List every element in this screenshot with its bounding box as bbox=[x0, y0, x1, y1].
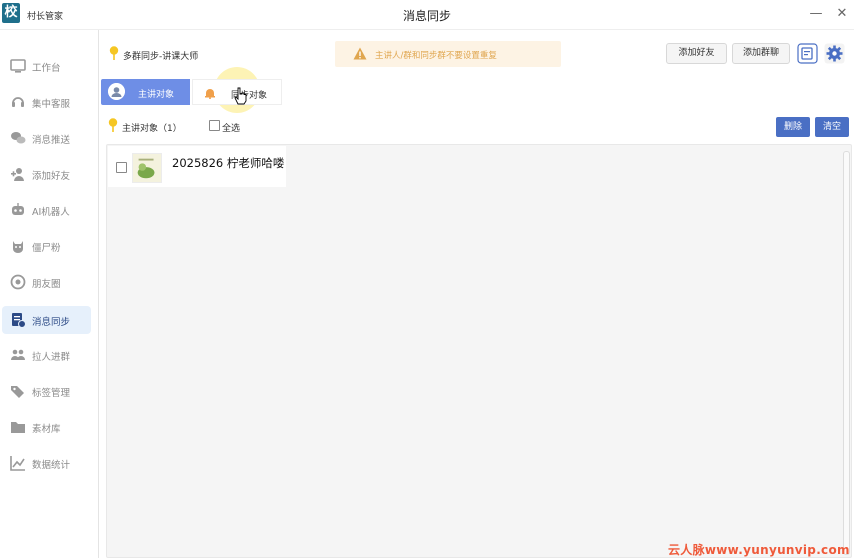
sidebar-item-message-push[interactable]: 消息推送 bbox=[2, 124, 91, 152]
sidebar-item-material-library[interactable]: 素材库 bbox=[2, 413, 91, 441]
scrollbar[interactable] bbox=[843, 151, 850, 555]
sidebar-item-message-sync[interactable]: 消息同步 bbox=[2, 306, 91, 334]
sidebar-item-customer-service[interactable]: 集中客服 bbox=[2, 88, 91, 116]
sidebar-item-label: 标签管理 bbox=[32, 388, 71, 399]
select-all-checkbox[interactable] bbox=[209, 120, 220, 131]
group-avatar-icon bbox=[132, 153, 162, 183]
sidebar-item-tag-management[interactable]: 标签管理 bbox=[2, 377, 91, 405]
tag-icon bbox=[11, 386, 24, 398]
sidebar-item-label: 消息推送 bbox=[32, 135, 71, 146]
clear-button[interactable]: 清空 bbox=[815, 117, 849, 137]
robot-icon bbox=[12, 203, 24, 215]
list-item[interactable]: 2025826 柠老师哈喽 bbox=[108, 146, 286, 187]
sidebar-item-zombie-fans[interactable]: 僵尸粉 bbox=[2, 232, 91, 260]
warning-text: 主讲人/群和同步群不要设置重复 bbox=[375, 51, 497, 61]
close-button[interactable]: ✕ bbox=[832, 4, 852, 24]
edit-doc-icon[interactable] bbox=[797, 43, 818, 64]
sidebar: 工作台 集中客服 消息推送 添加好友 AI机器人 僵尸粉 朋友圈 消息同步 拉人… bbox=[0, 30, 99, 558]
warning-banner: 主讲人/群和同步群不要设置重复 bbox=[335, 41, 561, 67]
sidebar-item-label: 添加好友 bbox=[32, 171, 71, 182]
sidebar-item-statistics[interactable]: 数据统计 bbox=[2, 449, 91, 477]
app-name: 村长管家 bbox=[27, 12, 64, 22]
sidebar-item-moments[interactable]: 朋友圈 bbox=[2, 268, 91, 296]
sidebar-item-invite-group[interactable]: 拉人进群 bbox=[2, 341, 91, 369]
avatar-icon bbox=[108, 83, 125, 100]
group-icon bbox=[11, 349, 25, 360]
chat-icon bbox=[11, 132, 26, 144]
sidebar-item-label: 拉人进群 bbox=[32, 352, 71, 363]
add-group-button[interactable]: 添加群聊 bbox=[732, 43, 790, 64]
sidebar-item-label: 素材库 bbox=[32, 424, 61, 435]
add-user-icon bbox=[11, 168, 24, 181]
sidebar-item-label: 朋友圈 bbox=[32, 279, 61, 290]
window-title: 消息同步 bbox=[402, 9, 451, 23]
pin-icon bbox=[109, 46, 119, 60]
headset-icon bbox=[12, 97, 24, 107]
app-logo: 校 bbox=[2, 3, 20, 23]
delete-button[interactable]: 删除 bbox=[776, 117, 810, 137]
sidebar-item-label: 消息同步 bbox=[32, 317, 71, 328]
main-content: 多群同步-讲课大师 主讲人/群和同步群不要设置重复 添加好友 添加群聊 主讲对象… bbox=[100, 30, 854, 558]
gear-icon[interactable] bbox=[824, 43, 845, 64]
tab-main-speaker[interactable]: 主讲对象 bbox=[101, 79, 190, 105]
item-title: 2025826 柠老师哈喽 bbox=[172, 156, 285, 170]
folder-icon bbox=[11, 422, 25, 433]
sync-doc-icon bbox=[12, 313, 26, 328]
sidebar-item-label: AI机器人 bbox=[32, 207, 70, 218]
speaker-list: 2025826 柠老师哈喽 bbox=[106, 144, 852, 558]
minimize-button[interactable]: — bbox=[806, 4, 826, 24]
speaker-count-label: 主讲对象（1） bbox=[122, 124, 182, 134]
select-all-label: 全选 bbox=[222, 124, 241, 134]
title-bar: 校 村长管家 消息同步 — ✕ bbox=[0, 0, 854, 30]
sidebar-item-label: 僵尸粉 bbox=[32, 243, 61, 254]
watermark: 云人脉www.yunyunvip.com bbox=[668, 543, 850, 557]
bell-icon bbox=[205, 89, 215, 99]
tab-label: 同步对象 bbox=[231, 91, 268, 101]
breadcrumb: 多群同步-讲课大师 bbox=[123, 52, 199, 62]
sidebar-item-add-friend[interactable]: 添加好友 bbox=[2, 160, 91, 188]
tab-label: 主讲对象 bbox=[138, 90, 175, 100]
sidebar-item-label: 集中客服 bbox=[32, 99, 71, 110]
item-checkbox[interactable] bbox=[116, 162, 127, 173]
tab-sync-target[interactable]: 同步对象 bbox=[192, 79, 282, 105]
aperture-icon bbox=[10, 274, 26, 290]
sidebar-item-label: 数据统计 bbox=[32, 460, 71, 471]
sidebar-item-workbench[interactable]: 工作台 bbox=[2, 52, 91, 80]
sidebar-item-ai-robot[interactable]: AI机器人 bbox=[2, 196, 91, 224]
warning-icon bbox=[353, 47, 367, 60]
add-friend-button[interactable]: 添加好友 bbox=[666, 43, 727, 64]
zombie-icon bbox=[13, 241, 23, 253]
sidebar-item-label: 工作台 bbox=[32, 63, 61, 74]
chart-icon bbox=[10, 456, 25, 471]
desktop-icon bbox=[10, 59, 26, 73]
pin-icon bbox=[108, 118, 118, 132]
